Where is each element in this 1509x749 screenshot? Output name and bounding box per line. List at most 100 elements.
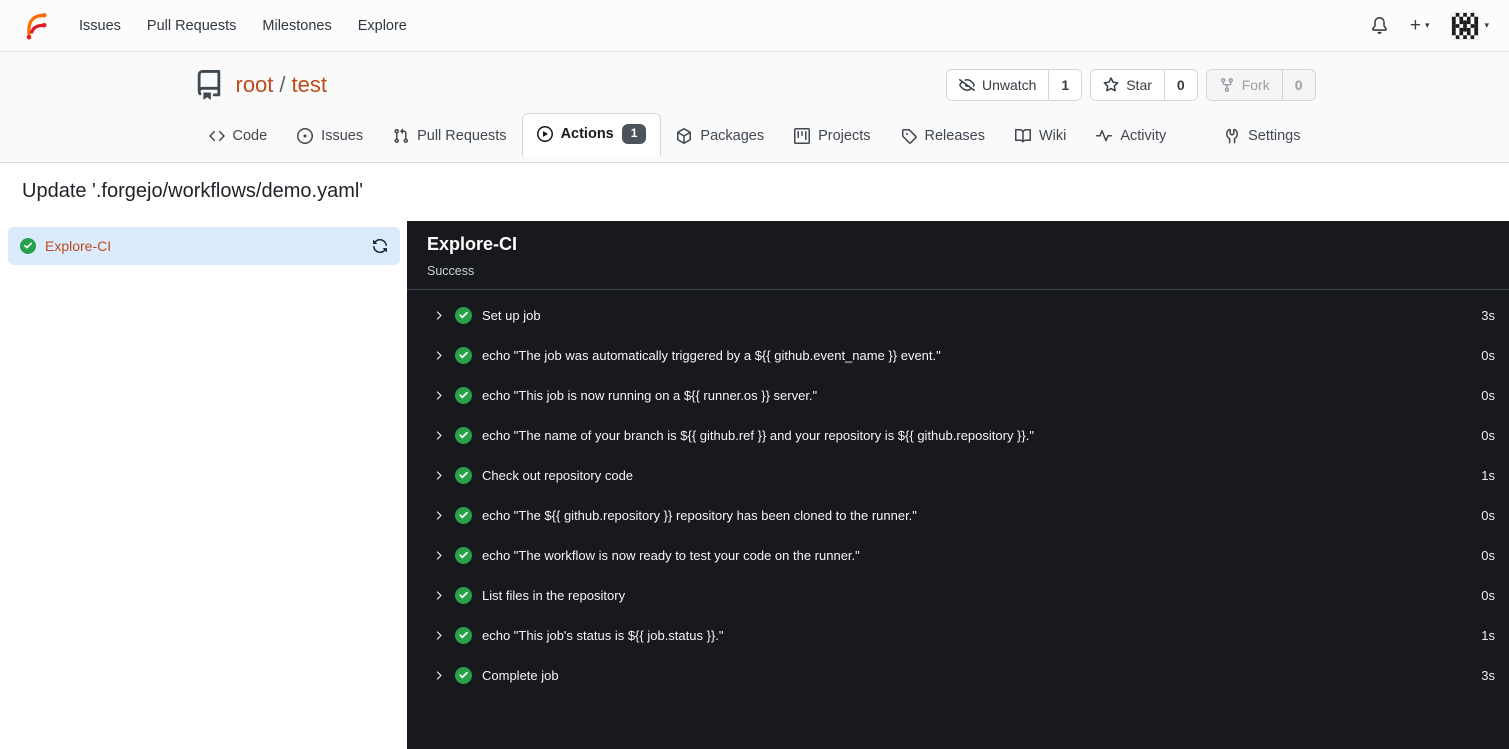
repo-icon: [194, 70, 224, 100]
issue-icon: [297, 127, 314, 144]
chevron-down-icon: ▾: [1484, 20, 1489, 30]
chevron-right-icon: [432, 469, 445, 482]
panel-header: Explore-CI Success: [407, 221, 1509, 290]
fork-button: Fork: [1206, 70, 1282, 100]
step-row[interactable]: Set up job 3s: [432, 295, 1495, 335]
step-label: echo "The job was automatically triggere…: [482, 347, 941, 363]
step-duration: 1s: [1481, 627, 1495, 643]
nav-link-issues[interactable]: Issues: [66, 0, 134, 52]
repo-breadcrumb: root / test: [236, 72, 328, 98]
chevron-right-icon: [432, 589, 445, 602]
package-icon: [677, 127, 692, 144]
step-label: Set up job: [482, 307, 541, 323]
project-icon: [794, 127, 811, 144]
success-check-icon: [455, 546, 472, 564]
tab-label: Packages: [700, 127, 765, 144]
step-label: Complete job: [482, 667, 559, 683]
nav-link-pull-requests[interactable]: Pull Requests: [134, 0, 249, 52]
step-row[interactable]: echo "This job's status is ${{ job.statu…: [432, 615, 1495, 655]
tab-wiki[interactable]: Wiki: [1000, 117, 1081, 155]
chevron-right-icon: [432, 629, 445, 642]
fork-button-group: Fork 0: [1205, 69, 1316, 101]
tab-label: Wiki: [1038, 127, 1067, 144]
tab-projects[interactable]: Projects: [779, 117, 885, 155]
job-name: Explore-CI: [45, 238, 112, 254]
step-row[interactable]: echo "The job was automatically triggere…: [432, 335, 1495, 375]
success-check-icon: [455, 306, 472, 324]
panel-job-status: Success: [427, 264, 475, 278]
chevron-right-icon: [432, 389, 445, 402]
step-label: echo "The ${{ github.repository }} repos…: [482, 507, 917, 523]
success-check-icon: [455, 466, 472, 484]
tab-releases[interactable]: Releases: [886, 117, 1000, 155]
step-row[interactable]: echo "The ${{ github.repository }} repos…: [432, 495, 1495, 535]
step-row[interactable]: List files in the repository 0s: [432, 575, 1495, 615]
tab-label: Actions: [560, 125, 614, 142]
step-label: echo "The name of your branch is ${{ git…: [482, 427, 1034, 443]
repo-header: root / test Unwatch 1 Star 0 Fork 0 Code…: [0, 52, 1509, 163]
step-row[interactable]: Check out repository code 1s: [432, 455, 1495, 495]
avatar: [1451, 11, 1480, 40]
play-icon: [536, 125, 553, 142]
steps-list: Set up job 3s echo "The job was automati…: [407, 290, 1509, 695]
star-button-group: Star 0: [1090, 69, 1198, 101]
notifications-bell-icon[interactable]: [1371, 17, 1388, 34]
unwatch-button[interactable]: Unwatch: [946, 70, 1049, 100]
success-check-icon: [455, 346, 472, 364]
topbar-right: + ▾ ▾: [1371, 11, 1489, 40]
step-label: echo "This job is now running on a ${{ r…: [482, 387, 818, 403]
watch-count[interactable]: 1: [1048, 70, 1082, 100]
success-check-icon: [455, 386, 472, 404]
forgejo-logo-icon[interactable]: [20, 11, 50, 41]
success-check-icon: [455, 586, 472, 604]
star-count[interactable]: 0: [1163, 70, 1197, 100]
tab-packages[interactable]: Packages: [661, 117, 779, 155]
job-log-panel: Explore-CI Success Set up job 3s echo "T…: [407, 221, 1509, 749]
tab-label: Issues: [321, 127, 364, 144]
tab-settings[interactable]: Settings: [1209, 117, 1315, 155]
tab-pull-requests[interactable]: Pull Requests: [378, 117, 521, 155]
code-icon: [208, 130, 225, 141]
book-icon: [1014, 128, 1031, 143]
success-check-icon: [455, 426, 472, 444]
step-row[interactable]: echo "The name of your branch is ${{ git…: [432, 415, 1495, 455]
step-duration: 0s: [1481, 347, 1495, 363]
pull-request-icon: [394, 128, 409, 143]
nav-link-explore[interactable]: Explore: [345, 0, 420, 52]
success-check-icon: [455, 506, 472, 524]
refresh-icon[interactable]: [372, 238, 388, 254]
chevron-down-icon: ▾: [1424, 20, 1430, 30]
tools-icon: [1226, 128, 1239, 144]
tab-label: Code: [232, 127, 268, 144]
star-button[interactable]: Star: [1091, 70, 1164, 100]
nav-link-milestones[interactable]: Milestones: [249, 0, 344, 52]
tab-activity[interactable]: Activity: [1081, 117, 1181, 155]
actions-count-badge: 1: [621, 124, 647, 144]
repo-owner-link[interactable]: root: [236, 72, 274, 98]
chevron-right-icon: [432, 429, 445, 442]
create-new-dropdown[interactable]: + ▾: [1410, 16, 1430, 35]
tab-code[interactable]: Code: [194, 117, 283, 155]
step-row[interactable]: Complete job 3s: [432, 655, 1495, 695]
pulse-icon: [1096, 129, 1113, 142]
step-row[interactable]: echo "This job is now running on a ${{ r…: [432, 375, 1495, 415]
user-menu[interactable]: ▾: [1451, 11, 1489, 40]
step-label: List files in the repository: [482, 587, 626, 603]
repo-name-link[interactable]: test: [292, 72, 327, 98]
tab-actions[interactable]: Actions 1: [521, 113, 662, 156]
tab-label: Activity: [1120, 127, 1167, 144]
tag-icon: [901, 128, 917, 144]
tab-label: Projects: [818, 127, 871, 144]
chevron-right-icon: [432, 309, 445, 322]
chevron-right-icon: [432, 669, 445, 682]
fork-count: 0: [1281, 70, 1315, 100]
job-item-explore-ci[interactable]: Explore-CI: [8, 227, 400, 265]
step-duration: 0s: [1481, 387, 1495, 403]
repo-title-row: root / test Unwatch 1 Star 0 Fork 0: [194, 69, 1316, 101]
tab-issues[interactable]: Issues: [282, 117, 378, 155]
step-duration: 0s: [1481, 507, 1495, 523]
top-navbar: Issues Pull Requests Milestones Explore …: [0, 0, 1509, 52]
repo-tabs: Code Issues Pull Requests Actions 1 Pack…: [194, 113, 1316, 156]
step-row[interactable]: echo "The workflow is now ready to test …: [432, 535, 1495, 575]
fork-label: Fork: [1241, 77, 1270, 93]
